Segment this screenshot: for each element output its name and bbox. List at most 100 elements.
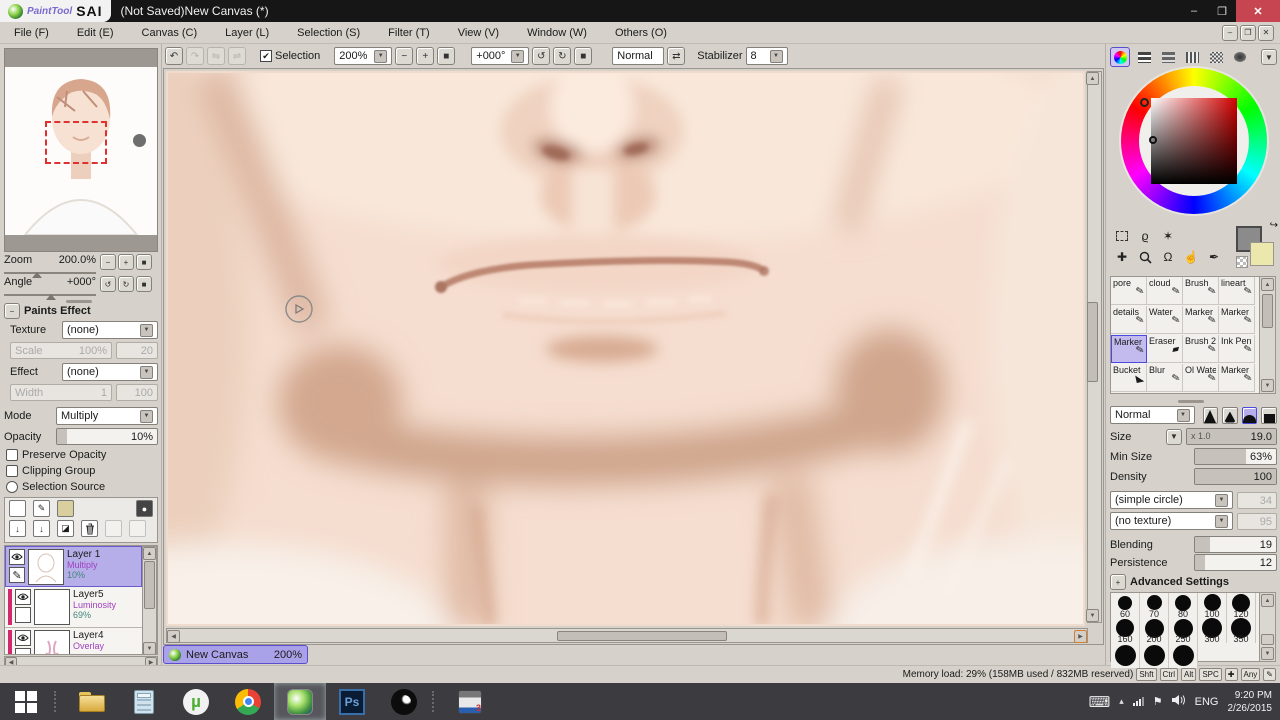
size-preset[interactable]: 80 xyxy=(1169,593,1198,619)
undo-button[interactable]: ↶ xyxy=(165,47,183,65)
lasso-tool[interactable]: ϱ xyxy=(1135,226,1155,246)
layer-mode-combo[interactable]: Multiply ▼ xyxy=(56,407,158,425)
dropdown-icon[interactable]: ▼ xyxy=(1176,408,1190,422)
zoom-tool[interactable] xyxy=(1135,247,1155,267)
brush-marker-3[interactable]: Marker ✎ xyxy=(1219,364,1255,392)
rotate-cw-button[interactable]: ↻ xyxy=(553,47,572,65)
canvas-vscrollbar[interactable]: ▲ ▼ xyxy=(1086,71,1102,623)
brush-shape-strength[interactable]: 34 xyxy=(1237,491,1277,509)
brush-cloud[interactable]: cloud ✎ xyxy=(1147,277,1183,305)
layer-opacity-slider[interactable]: 10% xyxy=(56,428,158,445)
canvas-hscrollbar[interactable]: ◀ ▶ xyxy=(166,628,1088,643)
swap-mode-button[interactable]: ⇄ xyxy=(667,47,686,65)
layer-empty-box[interactable] xyxy=(15,648,31,654)
scroll-up-icon[interactable]: ▲ xyxy=(1261,278,1274,291)
language-indicator[interactable]: ENG xyxy=(1195,696,1219,708)
preserve-opacity-row[interactable]: Preserve Opacity xyxy=(6,449,106,461)
effect-width-slider[interactable]: Width 1 xyxy=(10,384,112,401)
scroll-down-icon[interactable]: ▼ xyxy=(143,642,156,654)
zoom-out-button[interactable]: − xyxy=(395,47,414,65)
scroll-down-icon[interactable]: ▼ xyxy=(1086,609,1099,622)
scrollbar-thumb[interactable] xyxy=(144,561,155,609)
taskbar-obs-icon[interactable] xyxy=(378,683,430,720)
navigator-view-rect[interactable] xyxy=(45,121,107,164)
preserve-opacity-checkbox[interactable] xyxy=(6,449,18,461)
panel-divider-handle[interactable] xyxy=(1178,400,1204,403)
hsv-sliders-icon[interactable] xyxy=(1158,47,1178,67)
redo-button[interactable]: ↷ xyxy=(186,47,204,65)
angle-reset-button[interactable]: ■ xyxy=(574,47,593,65)
nav-angle-slider[interactable] xyxy=(4,288,96,300)
texture-scale-slider[interactable]: Scale 100% xyxy=(10,342,112,359)
layer-row-5[interactable]: Layer5 Luminosity 69% xyxy=(5,587,142,628)
scroll-down-icon[interactable]: ▼ xyxy=(1261,647,1274,660)
selection-source-row[interactable]: Selection Source xyxy=(6,481,105,493)
size-preset[interactable]: 60 xyxy=(1111,593,1140,619)
hue-marker[interactable] xyxy=(1140,98,1149,107)
menu-layer[interactable]: Layer (L) xyxy=(211,22,283,44)
layer-visibility-eye-icon[interactable] xyxy=(9,549,25,565)
brush-edge-hard-button[interactable] xyxy=(1222,406,1238,424)
brush-blur[interactable]: Blur ✎ xyxy=(1147,364,1183,392)
tray-expand-icon[interactable]: ▴ xyxy=(1119,696,1124,707)
min-size-slider[interactable]: 63% xyxy=(1194,448,1277,465)
color-mixer-icon[interactable] xyxy=(1182,47,1202,67)
expand-icon[interactable]: + xyxy=(1110,574,1126,590)
paint-mode-combo[interactable]: Normal xyxy=(612,47,665,65)
size-preset[interactable] xyxy=(1169,643,1198,668)
sv-marker[interactable] xyxy=(1149,136,1157,144)
blending-slider[interactable]: 19 xyxy=(1194,536,1277,553)
clock[interactable]: 9:20 PM 2/26/2015 xyxy=(1228,689,1273,715)
layer-thumbnail[interactable] xyxy=(28,549,64,585)
flip-h-button[interactable]: ⇋ xyxy=(207,47,225,65)
hand-tool[interactable]: ☝ xyxy=(1181,247,1201,267)
brush-water[interactable]: Water ✎ xyxy=(1147,306,1183,334)
color-wheel[interactable] xyxy=(1121,68,1267,214)
brush-brush[interactable]: Brush ✎ xyxy=(1183,277,1219,305)
taskbar-photoshop-icon[interactable]: Ps xyxy=(326,683,378,720)
persistence-slider[interactable]: 12 xyxy=(1194,554,1277,571)
layer-visibility-eye-icon[interactable] xyxy=(15,630,31,646)
size-preset[interactable]: 160 xyxy=(1111,618,1140,644)
brush-marker-1[interactable]: Marker ✎ xyxy=(1183,306,1219,334)
transfer-down-icon[interactable]: ↓ xyxy=(9,520,26,537)
taskbar-utorrent-icon[interactable]: µ xyxy=(170,683,222,720)
menu-canvas[interactable]: Canvas (C) xyxy=(128,22,212,44)
layer-row-4[interactable]: Layer4 Overlay xyxy=(5,628,142,654)
layer-thumbnail[interactable] xyxy=(34,589,70,625)
brush-edge-square-button[interactable] xyxy=(1261,406,1277,424)
brush-oilwater[interactable]: Ol Wate ✎ xyxy=(1183,364,1219,392)
brush-edge-soft-button[interactable] xyxy=(1241,406,1258,424)
action-center-flag-icon[interactable]: ⚑ xyxy=(1153,695,1163,708)
paints-effect-header[interactable]: − Paints Effect xyxy=(4,303,91,319)
new-vector-layer-icon[interactable]: ✎ xyxy=(33,500,50,517)
scrollbar-thumb[interactable] xyxy=(1261,634,1274,645)
scrollbar-thumb[interactable] xyxy=(557,631,727,641)
taskbar-mpc-icon[interactable]: 3 xyxy=(444,683,496,720)
scroll-up-icon[interactable]: ▲ xyxy=(143,547,156,560)
texture-scale-number[interactable]: 20 xyxy=(116,342,158,359)
angle-combo[interactable]: +000° ▼ xyxy=(471,47,530,65)
brush-blend-mode-combo[interactable]: Normal ▼ xyxy=(1110,406,1195,424)
delete-layer-icon[interactable] xyxy=(81,520,98,537)
flip-v-button[interactable]: ⇌ xyxy=(228,47,246,65)
layer-pen-icon[interactable]: ✎ xyxy=(9,567,25,583)
size-slider[interactable]: x 1.0 19.0 xyxy=(1186,428,1277,445)
size-preset[interactable]: 200 xyxy=(1140,618,1169,644)
texture-combo[interactable]: (none) ▼ xyxy=(62,321,158,339)
swatches-icon[interactable] xyxy=(1206,47,1226,67)
eyedropper-tool[interactable]: ✒ xyxy=(1204,247,1224,267)
menu-others[interactable]: Others (O) xyxy=(601,22,681,44)
size-preset[interactable]: 350 xyxy=(1227,618,1256,644)
taskbar-calculator-icon[interactable] xyxy=(118,683,170,720)
transparency-swatch[interactable] xyxy=(1236,256,1248,268)
effect-width-number[interactable]: 100 xyxy=(116,384,158,401)
child-minimize-button[interactable]: – xyxy=(1222,24,1238,41)
saturation-square[interactable] xyxy=(1149,98,1237,184)
taskbar-sai-icon[interactable] xyxy=(274,683,326,720)
clipping-group-row[interactable]: Clipping Group xyxy=(6,465,95,477)
new-layer-icon[interactable] xyxy=(9,500,26,517)
brush-marker-selected[interactable]: Marker ✎ xyxy=(1111,335,1147,363)
menu-selection[interactable]: Selection (S) xyxy=(283,22,374,44)
rgb-sliders-icon[interactable] xyxy=(1134,47,1154,67)
